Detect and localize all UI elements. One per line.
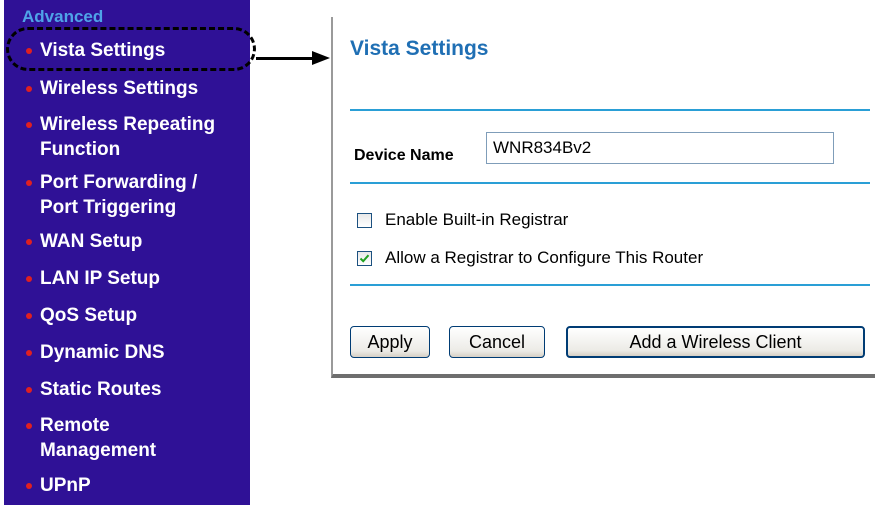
divider — [350, 284, 870, 286]
bullet-icon — [26, 180, 32, 186]
divider — [350, 182, 870, 184]
arrow-right-icon — [312, 51, 330, 65]
arrow-line — [256, 57, 316, 60]
bullet-icon — [26, 313, 32, 319]
bullet-icon — [26, 239, 32, 245]
bullet-icon — [26, 387, 32, 393]
sidebar-item-static-routes[interactable]: Static Routes — [40, 377, 161, 402]
device-name-label: Device Name — [354, 147, 454, 164]
sidebar-item-remote-management[interactable]: Remote — [40, 413, 110, 438]
sidebar-item-wireless-settings[interactable]: Wireless Settings — [40, 76, 198, 101]
page-title: Vista Settings — [350, 37, 489, 60]
vista-settings-panel: Vista Settings Device Name Enable Built-… — [331, 17, 875, 378]
sidebar-heading: Advanced — [22, 7, 104, 26]
enable-registrar-label: Enable Built-in Registrar — [385, 210, 569, 229]
bullet-icon — [26, 350, 32, 356]
bullet-icon — [26, 86, 32, 92]
sidebar-item-port-forwarding-line2[interactable]: Port Triggering — [40, 195, 176, 220]
sidebar-item-remote-management-line2[interactable]: Management — [40, 438, 156, 463]
apply-button[interactable]: Apply — [350, 326, 430, 358]
sidebar-item-qos-setup[interactable]: QoS Setup — [40, 303, 137, 328]
allow-registrar-label: Allow a Registrar to Configure This Rout… — [385, 248, 704, 267]
highlight-callout — [6, 27, 256, 71]
sidebar-item-port-forwarding[interactable]: Port Forwarding / — [40, 170, 197, 195]
sidebar-item-upnp[interactable]: UPnP — [40, 473, 91, 498]
add-wireless-client-button[interactable]: Add a Wireless Client — [566, 326, 865, 358]
bullet-icon — [26, 276, 32, 282]
allow-registrar-checkbox[interactable] — [357, 250, 372, 266]
device-name-field[interactable] — [486, 132, 834, 164]
enable-registrar-checkbox[interactable] — [357, 212, 372, 228]
checkmark-icon — [359, 254, 370, 263]
sidebar-nav: Advanced Vista Settings Wireless Setting… — [4, 0, 250, 505]
bullet-icon — [26, 122, 32, 128]
allow-registrar-option[interactable]: Allow a Registrar to Configure This Rout… — [357, 248, 703, 268]
sidebar-item-wan-setup[interactable]: WAN Setup — [40, 229, 142, 254]
sidebar-item-wireless-repeating-line2[interactable]: Function — [40, 137, 120, 162]
cancel-button[interactable]: Cancel — [449, 326, 545, 358]
bullet-icon — [26, 423, 32, 429]
divider — [350, 109, 870, 111]
sidebar-item-lan-ip-setup[interactable]: LAN IP Setup — [40, 266, 160, 291]
enable-registrar-option[interactable]: Enable Built-in Registrar — [357, 210, 568, 230]
sidebar-item-wireless-repeating[interactable]: Wireless Repeating — [40, 112, 215, 137]
bullet-icon — [26, 483, 32, 489]
sidebar-item-dynamic-dns[interactable]: Dynamic DNS — [40, 340, 165, 365]
